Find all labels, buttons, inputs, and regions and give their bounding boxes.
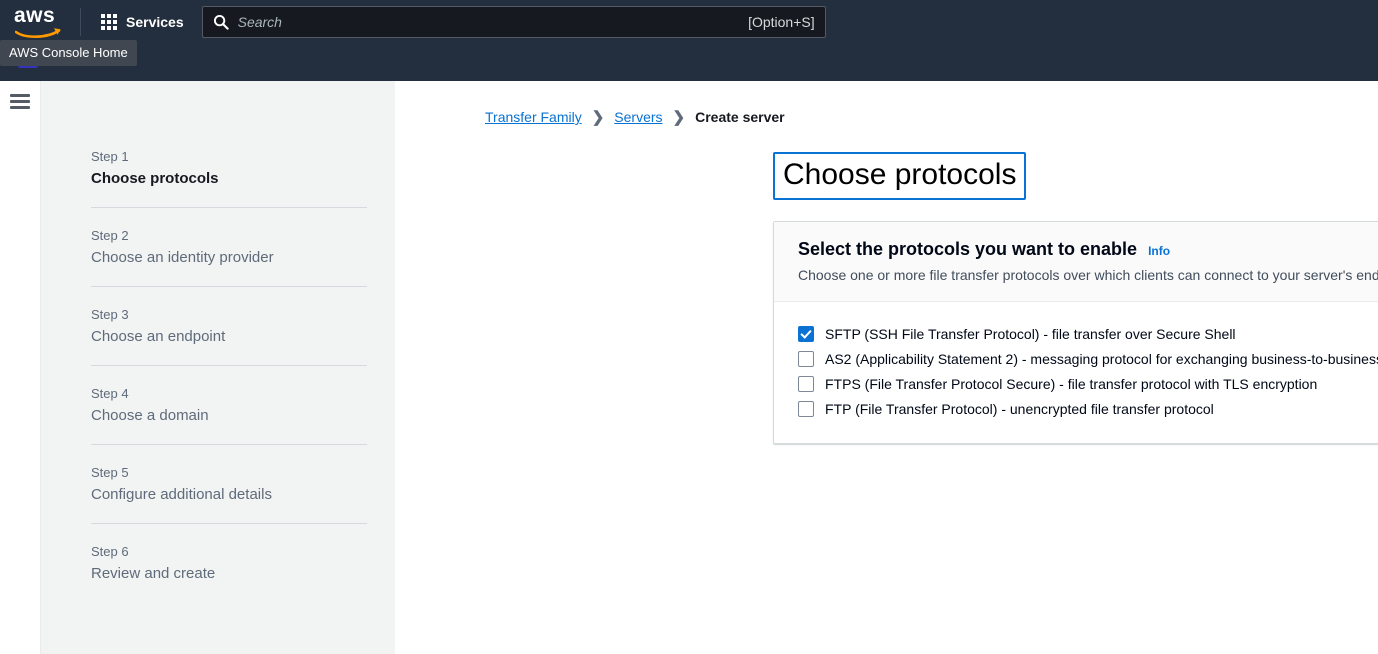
wizard-step-3[interactable]: Step 3 Choose an endpoint (91, 307, 395, 345)
protocol-option-1[interactable]: AS2 (Applicability Statement 2) - messag… (798, 351, 1378, 367)
protocol-option-2[interactable]: FTPS (File Transfer Protocol Secure) - f… (798, 376, 1378, 392)
breadcrumb-item-2: Create server (695, 109, 785, 125)
wizard-actions: Cancel Next (773, 479, 1378, 519)
aws-logo[interactable]: aws (14, 5, 70, 43)
breadcrumb-separator: ❯ (672, 109, 686, 126)
console-home-tooltip: AWS Console Home (0, 40, 137, 66)
checkbox-icon[interactable] (798, 376, 814, 392)
step-divider (91, 286, 367, 287)
breadcrumb-item-0[interactable]: Transfer Family (485, 109, 582, 125)
wizard-step-name[interactable]: Choose an endpoint (91, 328, 369, 345)
wizard-step-name[interactable]: Review and create (91, 565, 369, 582)
wizard-step-name[interactable]: Choose protocols (91, 170, 369, 187)
hamburger-menu-icon[interactable] (10, 94, 30, 109)
step-divider (91, 365, 367, 366)
wizard-step-6[interactable]: Step 6 Review and create (91, 544, 395, 582)
page-title-container: Choose protocols (773, 152, 1027, 200)
wizard-step-number: Step 4 (91, 386, 129, 401)
left-rail (0, 81, 40, 654)
grid-icon (101, 14, 117, 30)
page-title[interactable]: Choose protocols (773, 152, 1027, 200)
search-icon (213, 14, 229, 30)
step-divider (91, 523, 367, 524)
wizard-step-number: Step 1 (91, 149, 129, 164)
step-divider (91, 207, 367, 208)
checkbox-icon[interactable] (798, 401, 814, 417)
protocol-option-label[interactable]: AS2 (Applicability Statement 2) - messag… (825, 351, 1378, 367)
protocols-info-link[interactable]: Info (1148, 244, 1170, 258)
wizard-step-name[interactable]: Configure additional details (91, 486, 369, 503)
wizard-step-number: Step 6 (91, 544, 129, 559)
wizard-step-name[interactable]: Choose an identity provider (91, 249, 369, 266)
checkbox-icon[interactable] (798, 351, 814, 367)
aws-logo-text: aws (14, 4, 56, 27)
global-search-box[interactable]: [Option+S] (201, 6, 826, 38)
wizard-step-4[interactable]: Step 4 Choose a domain (91, 386, 395, 424)
breadcrumb: Transfer Family ❯ Servers ❯ Create server (485, 108, 785, 126)
search-input[interactable] (237, 14, 749, 30)
wizard-steps-list: Step 1 Choose protocols Step 2 Choose an id… (91, 81, 395, 582)
protocol-option-label[interactable]: SFTP (SSH File Transfer Protocol) - file… (825, 326, 1236, 342)
breadcrumb-separator: ❯ (591, 109, 605, 126)
protocols-checkbox-group: SFTP (SSH File Transfer Protocol) - file… (774, 302, 1378, 443)
services-menu-button[interactable]: Services (95, 5, 190, 39)
protocol-option-label[interactable]: FTP (File Transfer Protocol) - unencrypt… (825, 401, 1214, 417)
protocol-option-label[interactable]: FTPS (File Transfer Protocol Secure) - f… (825, 376, 1317, 392)
wizard-step-5[interactable]: Step 5 Configure additional details (91, 465, 395, 503)
services-menu-label: Services (126, 14, 184, 30)
top-navigation-bar: aws Services [Option+S] RDS AWS Console … (0, 0, 1378, 81)
protocols-card: Select the protocols you want to enable … (773, 221, 1378, 444)
wizard-step-number: Step 3 (91, 307, 129, 322)
breadcrumb-item-1[interactable]: Servers (614, 109, 662, 125)
step-divider (91, 444, 367, 445)
wizard-step-1[interactable]: Step 1 Choose protocols (91, 149, 395, 187)
protocol-option-0[interactable]: SFTP (SSH File Transfer Protocol) - file… (798, 326, 1378, 342)
page-body: Step 1 Choose protocols Step 2 Choose an id… (0, 81, 1378, 654)
protocols-card-description: Choose one or more file transfer protoco… (798, 267, 1378, 283)
search-shortcut-hint: [Option+S] (748, 14, 815, 30)
wizard-step-navigation: Step 1 Choose protocols Step 2 Choose an id… (40, 81, 395, 654)
protocols-card-title: Select the protocols you want to enable (798, 239, 1138, 259)
wizard-step-2[interactable]: Step 2 Choose an identity provider (91, 228, 395, 266)
wizard-step-number: Step 2 (91, 228, 129, 243)
protocols-card-header: Select the protocols you want to enable … (774, 222, 1378, 302)
wizard-step-number: Step 5 (91, 465, 129, 480)
aws-logo-swoosh (15, 28, 61, 38)
wizard-step-name[interactable]: Choose a domain (91, 407, 369, 424)
checkbox-checked-icon[interactable] (798, 326, 814, 342)
main-content: Transfer Family ❯ Servers ❯ Create server Ch… (395, 81, 1378, 654)
protocol-option-3[interactable]: FTP (File Transfer Protocol) - unencrypt… (798, 401, 1378, 417)
nav-divider (80, 8, 81, 36)
